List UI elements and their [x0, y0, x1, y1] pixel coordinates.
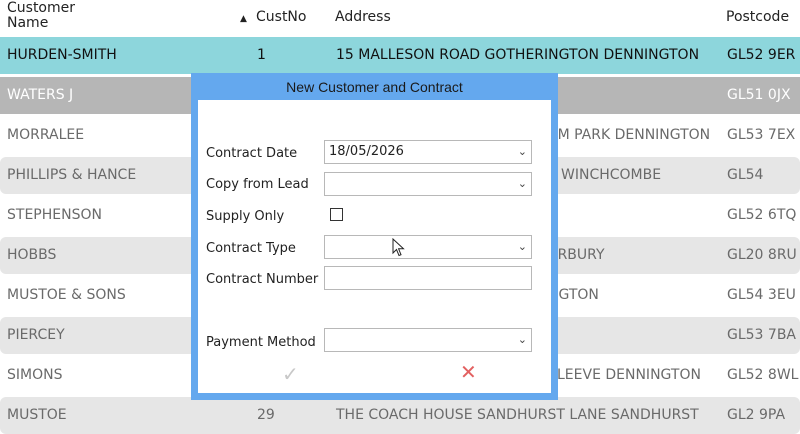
cell-postcode: GL52 8WL — [727, 367, 799, 383]
cell-name: MORRALEE — [7, 127, 85, 143]
table-row[interactable]: MUSTOE 29 THE COACH HOUSE SANDHURST LANE… — [0, 397, 800, 434]
cell-address: THE COACH HOUSE SANDHURST LANE SANDHURST — [336, 407, 699, 423]
new-customer-contract-dialog: New Customer and Contract Contract Date … — [191, 73, 558, 400]
cell-custno: 1 — [257, 47, 266, 63]
cell-address: AM PARK DENNINGTON — [548, 127, 711, 143]
copy-from-lead-dropdown[interactable]: ⌄ — [324, 172, 532, 196]
chevron-down-icon: ⌄ — [517, 333, 527, 346]
chevron-down-icon: ⌄ — [517, 145, 527, 158]
table-header: Customer Name ▲ CustNo Address Postcode — [0, 0, 800, 36]
table-row[interactable]: HURDEN-SMITH 1 15 MALLESON ROAD GOTHERIN… — [0, 37, 800, 74]
contract-number-input[interactable] — [324, 266, 532, 290]
cancel-x-button[interactable]: ✕ — [460, 360, 477, 384]
cell-postcode: GL53 7BA — [727, 327, 797, 343]
cell-postcode: GL54 3EU — [727, 287, 796, 303]
cell-name: HOBBS — [7, 247, 57, 263]
supply-only-checkbox[interactable] — [330, 208, 343, 221]
dialog-title: New Customer and Contract — [286, 79, 463, 95]
column-header-customer-name[interactable]: Customer Name — [7, 1, 97, 31]
supply-only-label: Supply Only — [206, 209, 285, 224]
ok-check-button[interactable]: ✓ — [282, 362, 299, 386]
cell-name: SIMONS — [7, 367, 63, 383]
sort-ascending-icon: ▲ — [240, 14, 247, 24]
contract-number-label: Contract Number — [206, 272, 319, 287]
cell-name: MUSTOE — [7, 407, 67, 423]
cell-name: MUSTOE & SONS — [7, 287, 126, 303]
payment-method-dropdown[interactable]: ⌄ — [324, 328, 532, 352]
contract-type-label: Contract Type — [206, 241, 296, 256]
cell-name: PHILLIPS & HANCE — [7, 167, 137, 183]
cell-postcode: GL51 0JX — [727, 87, 791, 103]
cell-address: 15 MALLESON ROAD GOTHERINGTON DENNINGTON — [336, 47, 700, 63]
column-header-address[interactable]: Address — [335, 10, 391, 25]
payment-method-label: Payment Method — [206, 335, 316, 350]
mouse-pointer-icon — [392, 238, 405, 257]
copy-from-lead-label: Copy from Lead — [206, 177, 309, 192]
chevron-down-icon: ⌄ — [517, 177, 527, 190]
cell-postcode: GL20 8RU — [727, 247, 797, 263]
cell-custno: 29 — [257, 407, 275, 423]
cell-address: LEEVE DENNINGTON — [557, 367, 701, 383]
cell-name: PIERCEY — [7, 327, 65, 343]
cell-name: WATERS J — [7, 87, 74, 103]
cell-postcode: GL54 — [727, 167, 764, 183]
cell-postcode: GL52 9ER — [727, 47, 796, 63]
contract-date-label: Contract Date — [206, 146, 298, 161]
cell-postcode: GL52 6TQ — [727, 207, 797, 223]
cell-name: STEPHENSON — [7, 207, 102, 223]
chevron-down-icon: ⌄ — [517, 240, 527, 253]
contract-type-dropdown[interactable]: ⌄ — [324, 235, 532, 259]
contract-date-dropdown[interactable]: 18/05/2026 ⌄ — [324, 140, 532, 164]
cell-name: HURDEN-SMITH — [7, 47, 117, 63]
contract-date-value: 18/05/2026 — [329, 144, 404, 159]
column-header-custno[interactable]: CustNo — [256, 10, 306, 25]
cell-postcode: GL2 9PA — [727, 407, 786, 423]
dialog-body: Contract Date 18/05/2026 ⌄ Copy from Lea… — [198, 100, 551, 393]
cell-address: WINCHCOMBE — [561, 167, 662, 183]
column-header-postcode[interactable]: Postcode — [726, 10, 789, 25]
cell-postcode: GL53 7EX — [727, 127, 796, 143]
